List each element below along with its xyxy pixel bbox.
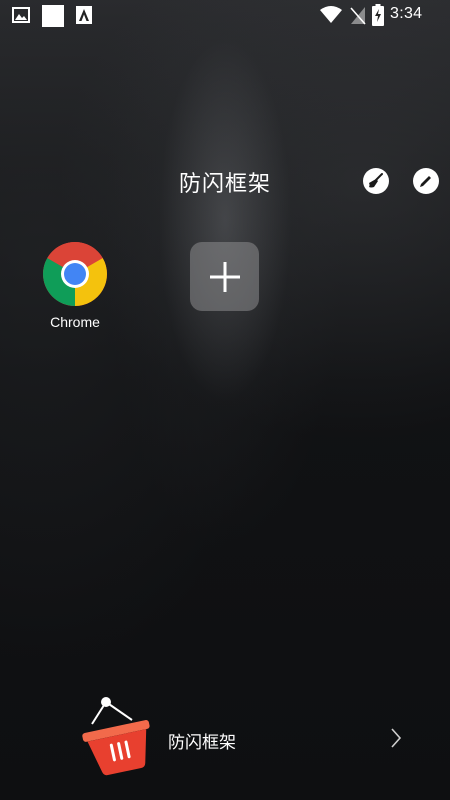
broom-icon: [369, 173, 383, 188]
status-bar-right: 3:34: [320, 4, 440, 26]
wifi-icon: [320, 6, 342, 23]
app-chrome[interactable]: Chrome: [30, 242, 120, 330]
clean-button[interactable]: [363, 168, 389, 194]
battery-charging-icon: [372, 4, 384, 26]
app-label: Chrome: [50, 314, 100, 330]
bottom-banner[interactable]: 防闪框架: [0, 690, 450, 790]
a-icon: [76, 6, 92, 24]
banner-text: 防闪框架: [168, 733, 236, 753]
signal-off-icon: [350, 7, 366, 25]
shopping-basket-icon: [82, 697, 150, 776]
white-square-icon: [42, 5, 64, 27]
add-app-button[interactable]: [190, 242, 259, 311]
image-icon: [12, 7, 30, 23]
pencil-icon: [420, 176, 431, 187]
chrome-icon: [43, 242, 107, 306]
status-time: 3:34: [390, 5, 423, 22]
chevron-right-icon[interactable]: [388, 726, 404, 750]
plus-icon: [209, 261, 240, 292]
status-bar: 3:34: [0, 0, 450, 30]
home-screen: 3:34 防闪框架 Chrome 防闪框架: [0, 0, 450, 800]
edit-button[interactable]: [413, 168, 439, 194]
